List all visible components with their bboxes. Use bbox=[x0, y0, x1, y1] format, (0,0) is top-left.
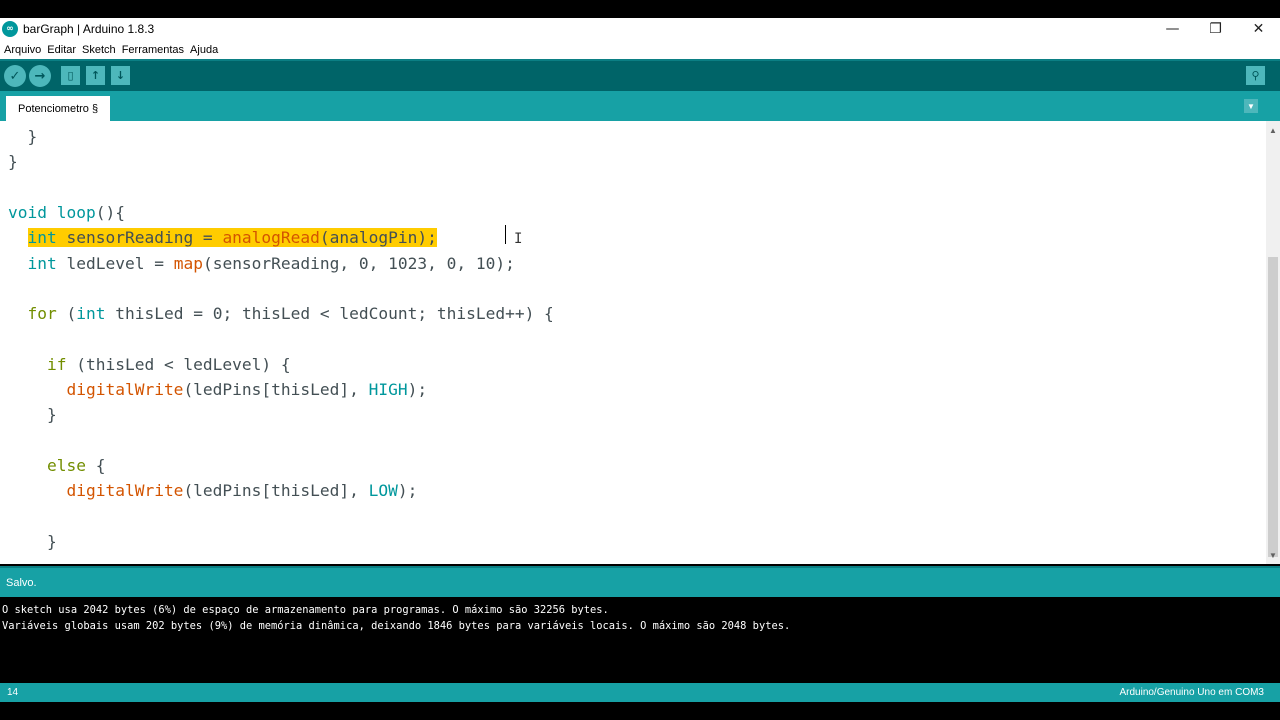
tab-bar: Potenciometro § ▼ bbox=[0, 91, 1280, 121]
code-token: digitalWrite bbox=[66, 481, 184, 501]
code-token: int bbox=[27, 253, 57, 273]
code-token: ledLevel = bbox=[56, 253, 174, 273]
code-line[interactable]: } bbox=[8, 126, 37, 148]
minimize-button[interactable]: — bbox=[1151, 18, 1194, 40]
code-token: } bbox=[8, 531, 57, 551]
menu-sketch[interactable]: Sketch bbox=[82, 44, 116, 56]
top-black-border bbox=[0, 0, 1280, 18]
window-title: barGraph | Arduino 1.8.3 bbox=[23, 22, 155, 36]
bottom-black-border bbox=[0, 702, 1280, 720]
save-sketch-button[interactable]: ↓ bbox=[111, 66, 130, 85]
code-token: (sensorReading, 0, 1023, 0, 10); bbox=[202, 253, 515, 273]
status-bar: Salvo. bbox=[0, 566, 1280, 597]
document-icon: ▯ bbox=[67, 69, 74, 82]
arrow-right-icon: → bbox=[34, 68, 46, 84]
code-line[interactable]: } bbox=[8, 404, 57, 426]
check-icon: ✓ bbox=[9, 68, 21, 84]
scrollbar-thumb[interactable] bbox=[1268, 257, 1278, 557]
code-token: for bbox=[27, 304, 57, 324]
code-line[interactable]: if (thisLed < ledLevel) { bbox=[8, 354, 291, 376]
code-line[interactable]: void loop(){ bbox=[8, 202, 125, 224]
menu-editar[interactable]: Editar bbox=[47, 44, 76, 56]
verify-button[interactable]: ✓ bbox=[4, 65, 26, 87]
code-token: } bbox=[8, 152, 18, 172]
console-line: Variáveis globais usam 202 bytes (9%) de… bbox=[2, 620, 791, 632]
code-token: (analogPin); bbox=[319, 228, 437, 248]
code-token: thisLed = 0; thisLed < ledCount; thisLed… bbox=[105, 304, 554, 324]
code-token: if bbox=[46, 354, 67, 374]
status-message: Salvo. bbox=[6, 577, 37, 589]
arrow-down-icon: ↓ bbox=[115, 69, 126, 82]
code-token: ); bbox=[407, 380, 428, 399]
code-token: (thisLed < ledLevel) { bbox=[66, 354, 291, 374]
window-controls: — ❐ ✕ bbox=[1151, 18, 1280, 40]
code-line[interactable]: } bbox=[8, 531, 57, 553]
text-cursor bbox=[505, 225, 506, 244]
code-line[interactable]: else { bbox=[8, 455, 105, 477]
code-token: ( bbox=[56, 304, 77, 324]
toolbar: ✓ → ▯ ↑ ↓ ⚲ bbox=[0, 59, 1280, 91]
code-token: sensorReading = bbox=[56, 228, 223, 248]
close-button[interactable]: ✕ bbox=[1237, 18, 1280, 40]
output-console: O sketch usa 2042 bytes (6%) de espaço d… bbox=[0, 597, 1280, 683]
code-token: { bbox=[85, 455, 106, 475]
code-token: loop bbox=[56, 202, 96, 222]
tab-menu-dropdown-icon[interactable]: ▼ bbox=[1244, 99, 1258, 113]
scroll-up-icon[interactable]: ▲ bbox=[1266, 123, 1280, 137]
line-number: 14 bbox=[7, 687, 19, 698]
ibeam-cursor-icon: I bbox=[514, 231, 523, 247]
footer-bar: 14 Arduino/Genuino Uno em COM3 bbox=[0, 683, 1280, 702]
code-token: (){ bbox=[95, 202, 125, 222]
code-token: map bbox=[173, 253, 203, 273]
code-line[interactable]: int sensorReading = analogRead(analogPin… bbox=[8, 227, 437, 249]
code-line[interactable]: digitalWrite(ledPins[thisLed], LOW); bbox=[8, 480, 417, 502]
upload-button[interactable]: → bbox=[29, 65, 51, 87]
code-token: else bbox=[46, 455, 86, 475]
code-token: digitalWrite bbox=[66, 380, 184, 399]
code-line[interactable]: } bbox=[8, 151, 18, 173]
editor-vertical-scrollbar[interactable]: ▲ ▼ bbox=[1266, 121, 1280, 564]
arduino-logo-icon: ∞ bbox=[2, 21, 18, 37]
code-line[interactable]: for (int thisLed = 0; thisLed < ledCount… bbox=[8, 303, 554, 325]
code-token: LOW bbox=[368, 481, 398, 501]
code-token: } bbox=[8, 405, 57, 425]
code-editor[interactable]: I }} void loop(){ int sensorReading = ana… bbox=[0, 121, 1266, 564]
new-sketch-button[interactable]: ▯ bbox=[61, 66, 80, 85]
code-line[interactable]: int ledLevel = map(sensorReading, 0, 102… bbox=[8, 253, 515, 275]
menu-bar: Arquivo Editar Sketch Ferramentas Ajuda bbox=[0, 40, 1280, 59]
code-token: void bbox=[8, 202, 47, 222]
code-token: ); bbox=[397, 481, 418, 501]
serial-monitor-button[interactable]: ⚲ bbox=[1246, 66, 1265, 85]
code-token: } bbox=[8, 127, 38, 146]
scroll-down-icon[interactable]: ▼ bbox=[1266, 548, 1280, 562]
code-token: HIGH bbox=[368, 380, 408, 399]
arrow-up-icon: ↑ bbox=[90, 69, 101, 82]
code-line[interactable]: digitalWrite(ledPins[thisLed], HIGH); bbox=[8, 379, 427, 401]
magnifier-icon: ⚲ bbox=[1251, 69, 1260, 82]
tab-potenciometro[interactable]: Potenciometro § bbox=[6, 96, 111, 121]
title-bar: ∞ barGraph | Arduino 1.8.3 — ❐ ✕ bbox=[0, 18, 1280, 40]
code-token: (ledPins[thisLed], bbox=[183, 481, 369, 501]
code-token: int bbox=[76, 304, 106, 324]
code-token: analogRead bbox=[222, 228, 320, 248]
board-port-label: Arduino/Genuino Uno em COM3 bbox=[1119, 687, 1264, 698]
console-line: O sketch usa 2042 bytes (6%) de espaço d… bbox=[2, 604, 609, 616]
code-token: int bbox=[27, 228, 57, 248]
menu-ajuda[interactable]: Ajuda bbox=[190, 44, 218, 56]
menu-ferramentas[interactable]: Ferramentas bbox=[122, 44, 184, 56]
menu-arquivo[interactable]: Arquivo bbox=[4, 44, 41, 56]
maximize-button[interactable]: ❐ bbox=[1194, 18, 1237, 40]
code-token: (ledPins[thisLed], bbox=[183, 380, 369, 399]
open-sketch-button[interactable]: ↑ bbox=[86, 66, 105, 85]
